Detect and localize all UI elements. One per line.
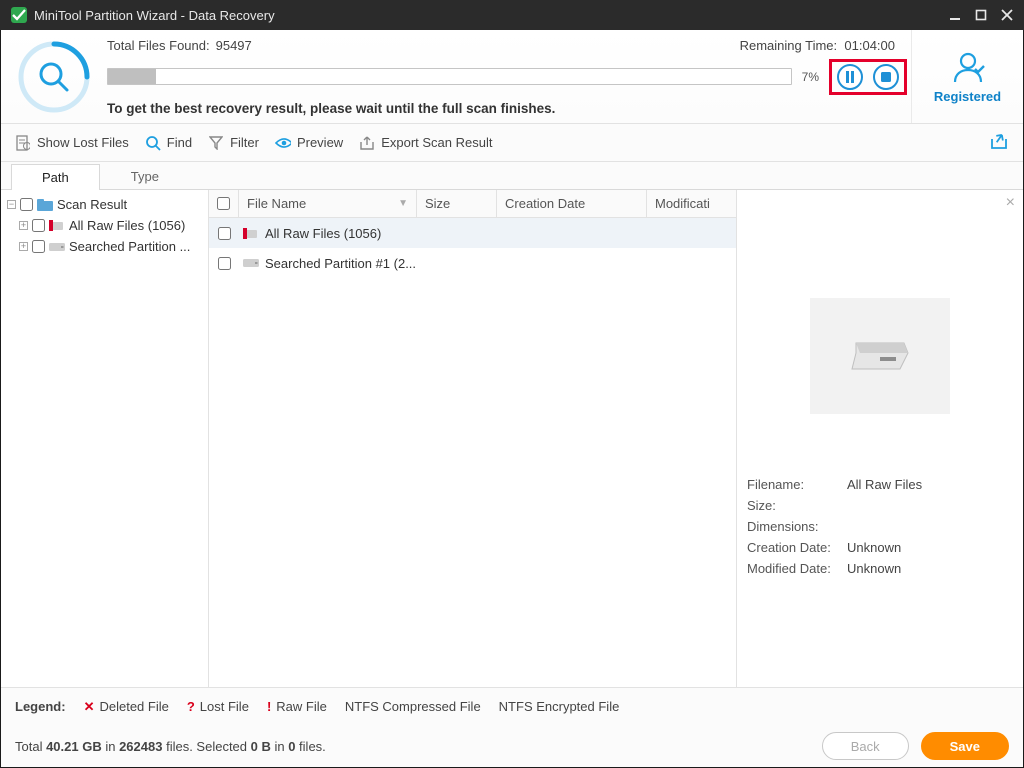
legend-label: Legend: xyxy=(15,699,66,714)
col-modified-date[interactable]: Modificati xyxy=(647,190,736,217)
toolbar: Show Lost Files Find Filter Preview Expo… xyxy=(1,124,1023,162)
total-found-count: 95497 xyxy=(216,38,252,53)
file-name: Searched Partition #1 (2... xyxy=(265,256,416,271)
tree-item-checkbox[interactable] xyxy=(32,240,45,253)
legend-encrypted: NTFS Encrypted File xyxy=(499,699,620,714)
remaining-time-value: 01:04:00 xyxy=(844,38,895,53)
question-icon: ? xyxy=(187,699,195,714)
tree-item-checkbox[interactable] xyxy=(32,219,45,232)
progress-percent: 7% xyxy=(802,70,819,84)
drive-icon xyxy=(49,240,65,253)
tree-item-raw-files[interactable]: + All Raw Files (1056) xyxy=(7,215,208,236)
legend-raw: !Raw File xyxy=(267,699,327,714)
share-button[interactable] xyxy=(989,132,1009,153)
legend: Legend: ✕Deleted File ?Lost File !Raw Fi… xyxy=(1,687,1023,725)
expand-icon[interactable]: + xyxy=(19,242,28,251)
find-button[interactable]: Find xyxy=(145,135,192,151)
meta-value-cdate: Unknown xyxy=(847,540,901,555)
drive-icon xyxy=(243,257,259,270)
export-scan-result-button[interactable]: Export Scan Result xyxy=(359,135,492,151)
scan-icon xyxy=(1,30,107,123)
minimize-button[interactable] xyxy=(942,4,968,26)
file-name: All Raw Files (1056) xyxy=(265,226,381,241)
registered-label: Registered xyxy=(934,89,1001,104)
expand-icon[interactable]: + xyxy=(19,221,28,230)
legend-lost: ?Lost File xyxy=(187,699,249,714)
progress-bar xyxy=(107,68,792,85)
titlebar: MiniTool Partition Wizard - Data Recover… xyxy=(0,0,1024,30)
col-size[interactable]: Size xyxy=(417,190,497,217)
select-all-checkbox[interactable] xyxy=(217,197,230,210)
preview-thumbnail xyxy=(810,298,950,414)
collapse-icon[interactable]: − xyxy=(7,200,16,209)
folder-tree: − Scan Result + All Raw Files (1056) + S… xyxy=(1,190,209,687)
tree-item-searched-partition[interactable]: + Searched Partition ... xyxy=(7,236,208,257)
meta-label-mdate: Modified Date: xyxy=(747,561,847,576)
filter-button[interactable]: Filter xyxy=(208,135,259,151)
export-icon xyxy=(359,135,375,151)
tab-type[interactable]: Type xyxy=(100,163,190,189)
col-filename[interactable]: File Name▼ xyxy=(239,190,417,217)
account-panel[interactable]: Registered xyxy=(911,30,1023,123)
raw-drive-icon xyxy=(49,219,65,232)
pause-stop-highlight xyxy=(829,59,907,95)
meta-label-dimensions: Dimensions: xyxy=(747,519,847,534)
file-row-checkbox[interactable] xyxy=(218,227,231,240)
total-found-label: Total Files Found: xyxy=(107,38,210,53)
legend-compressed: NTFS Compressed File xyxy=(345,699,481,714)
back-button[interactable]: Back xyxy=(822,732,909,760)
search-icon xyxy=(145,135,161,151)
save-button[interactable]: Save xyxy=(921,732,1009,760)
x-icon: ✕ xyxy=(84,699,95,715)
tree-root-checkbox[interactable] xyxy=(20,198,33,211)
file-row-checkbox[interactable] xyxy=(218,257,231,270)
meta-label-cdate: Creation Date: xyxy=(747,540,847,555)
file-row[interactable]: Searched Partition #1 (2... xyxy=(209,248,736,278)
filter-icon xyxy=(208,135,224,151)
col-creation-date[interactable]: Creation Date xyxy=(497,190,647,217)
preview-button[interactable]: Preview xyxy=(275,135,343,151)
document-icon xyxy=(15,135,31,151)
footer: Total 40.21 GB in 262483 files. Selected… xyxy=(1,725,1023,767)
sort-desc-icon: ▼ xyxy=(398,198,408,209)
remaining-time-label: Remaining Time: xyxy=(740,38,838,53)
stop-button[interactable] xyxy=(873,64,899,90)
file-row[interactable]: All Raw Files (1056) xyxy=(209,218,736,248)
meta-value-filename: All Raw Files xyxy=(847,477,922,492)
legend-deleted: ✕Deleted File xyxy=(84,699,169,715)
maximize-button[interactable] xyxy=(968,4,994,26)
scan-message: To get the best recovery result, please … xyxy=(107,101,911,116)
tree-root[interactable]: − Scan Result xyxy=(7,194,208,215)
file-list: File Name▼ Size Creation Date Modificati… xyxy=(209,190,737,687)
meta-label-size: Size: xyxy=(747,498,847,513)
tab-path[interactable]: Path xyxy=(11,164,100,190)
meta-value-mdate: Unknown xyxy=(847,561,901,576)
tabs: Path Type xyxy=(1,162,1023,190)
list-header: File Name▼ Size Creation Date Modificati xyxy=(209,190,736,218)
file-metadata: Filename:All Raw Files Size: Dimensions:… xyxy=(747,474,1013,579)
folder-icon xyxy=(37,198,53,211)
exclaim-icon: ! xyxy=(267,699,271,714)
close-icon[interactable]: × xyxy=(1006,194,1015,212)
pause-button[interactable] xyxy=(837,64,863,90)
scan-panel: Total Files Found: 95497 Remaining Time:… xyxy=(1,30,1023,124)
app-icon xyxy=(10,6,28,24)
content-area: − Scan Result + All Raw Files (1056) + S… xyxy=(1,190,1023,687)
footer-summary: Total 40.21 GB in 262483 files. Selected… xyxy=(15,739,326,754)
eye-icon xyxy=(275,135,291,151)
detail-pane: × Filename:All Raw Files Size: Dimension… xyxy=(737,190,1023,687)
close-button[interactable] xyxy=(994,4,1020,26)
raw-drive-icon xyxy=(243,227,259,240)
show-lost-files-button[interactable]: Show Lost Files xyxy=(15,135,129,151)
meta-label-filename: Filename: xyxy=(747,477,847,492)
window-title: MiniTool Partition Wizard - Data Recover… xyxy=(34,8,275,23)
user-icon xyxy=(951,50,985,87)
